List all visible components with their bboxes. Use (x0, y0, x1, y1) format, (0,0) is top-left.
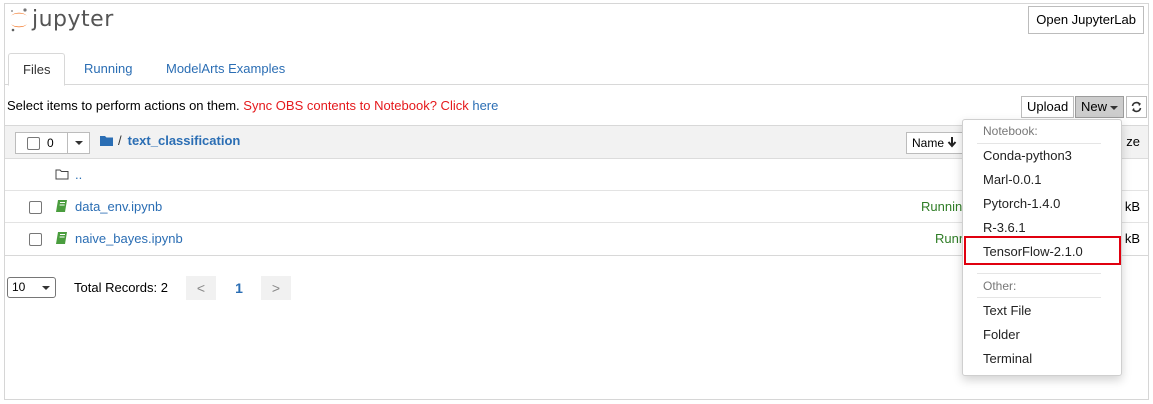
header: jupyter Open JupyterLab (5, 4, 1148, 36)
other-section-header: Other: (983, 279, 1017, 293)
menu-item-pytorch[interactable]: Pytorch-1.4.0 (983, 196, 1060, 211)
file-toolbar: Select items to perform actions on them.… (5, 94, 1148, 122)
row-checkbox[interactable] (29, 233, 42, 246)
sync-here-link[interactable]: here (472, 98, 498, 113)
new-dropdown-menu: Notebook: Conda-python3 Marl-0.0.1 Pytor… (962, 119, 1122, 376)
prev-page-button[interactable]: < (186, 276, 216, 300)
running-status: Runnin (921, 199, 963, 214)
select-items-text: Select items to perform actions on them. (7, 98, 244, 113)
new-button[interactable]: New (1075, 96, 1125, 118)
sync-obs-text: Sync OBS contents to Notebook? Click (243, 98, 473, 113)
jupyter-logo[interactable]: jupyter (9, 6, 114, 34)
folder-outline-icon (55, 169, 69, 180)
notebook-link[interactable]: naive_bayes.ipynb (75, 231, 183, 246)
total-records: Total Records: 2 (74, 280, 168, 295)
tab-bar: Files Running ModelArts Examples (5, 53, 1148, 86)
row-checkbox[interactable] (29, 201, 42, 214)
file-size: kB (1124, 231, 1140, 246)
select-all-group[interactable]: 0 (15, 132, 90, 154)
sort-by-name-button[interactable]: Name (906, 132, 964, 154)
breadcrumb-separator: / (118, 133, 122, 148)
notebook-icon (56, 232, 67, 244)
menu-divider (977, 143, 1101, 144)
current-page-button[interactable]: 1 (224, 276, 254, 300)
menu-item-r[interactable]: R-3.6.1 (983, 220, 1026, 235)
chevron-down-icon (42, 286, 50, 290)
breadcrumb-current-folder[interactable]: text_classification (128, 133, 241, 148)
menu-item-folder[interactable]: Folder (983, 327, 1020, 342)
upload-button[interactable]: Upload (1021, 96, 1075, 118)
page-size-value: 10 (12, 280, 26, 294)
tab-modelarts-examples[interactable]: ModelArts Examples (152, 53, 299, 85)
menu-item-conda-python3[interactable]: Conda-python3 (983, 148, 1072, 163)
size-sort-button-partial[interactable]: ze (1126, 134, 1140, 149)
breadcrumb: / text_classification (100, 133, 240, 148)
open-jupyterlab-button[interactable]: Open JupyterLab (1028, 6, 1144, 34)
menu-divider (977, 297, 1101, 298)
new-button-label: New (1081, 99, 1108, 114)
selected-count: 0 (47, 136, 54, 150)
menu-item-marl[interactable]: Marl-0.0.1 (983, 172, 1042, 187)
folder-icon[interactable] (100, 135, 114, 147)
caret-down-icon (1110, 105, 1119, 110)
jupyter-logo-icon (11, 8, 27, 32)
toolbar-message: Select items to perform actions on them.… (7, 98, 498, 113)
tab-running[interactable]: Running (70, 53, 146, 85)
notebook-link[interactable]: data_env.ipynb (75, 199, 162, 214)
sort-label: Name (912, 136, 945, 150)
next-page-button[interactable]: > (261, 276, 291, 300)
menu-item-tensorflow[interactable]: TensorFlow-2.1.0 (983, 244, 1083, 259)
select-all-checkbox[interactable] (27, 136, 40, 150)
tab-files[interactable]: Files (8, 53, 66, 86)
refresh-icon (1131, 101, 1142, 113)
notebook-section-header: Notebook: (983, 124, 1038, 138)
arrow-down-icon (948, 137, 957, 148)
select-menu-toggle[interactable] (67, 133, 89, 153)
page-size-select[interactable]: 10 (7, 277, 56, 298)
refresh-button[interactable] (1126, 96, 1147, 118)
menu-item-terminal[interactable]: Terminal (983, 351, 1032, 366)
file-size: kB (1124, 199, 1140, 214)
notebook-icon (56, 200, 67, 212)
logo-text: jupyter (32, 6, 114, 32)
menu-item-text-file[interactable]: Text File (983, 303, 1031, 318)
caret-down-icon (74, 141, 83, 145)
menu-divider (977, 273, 1101, 274)
parent-dir-link[interactable]: .. (75, 167, 82, 182)
